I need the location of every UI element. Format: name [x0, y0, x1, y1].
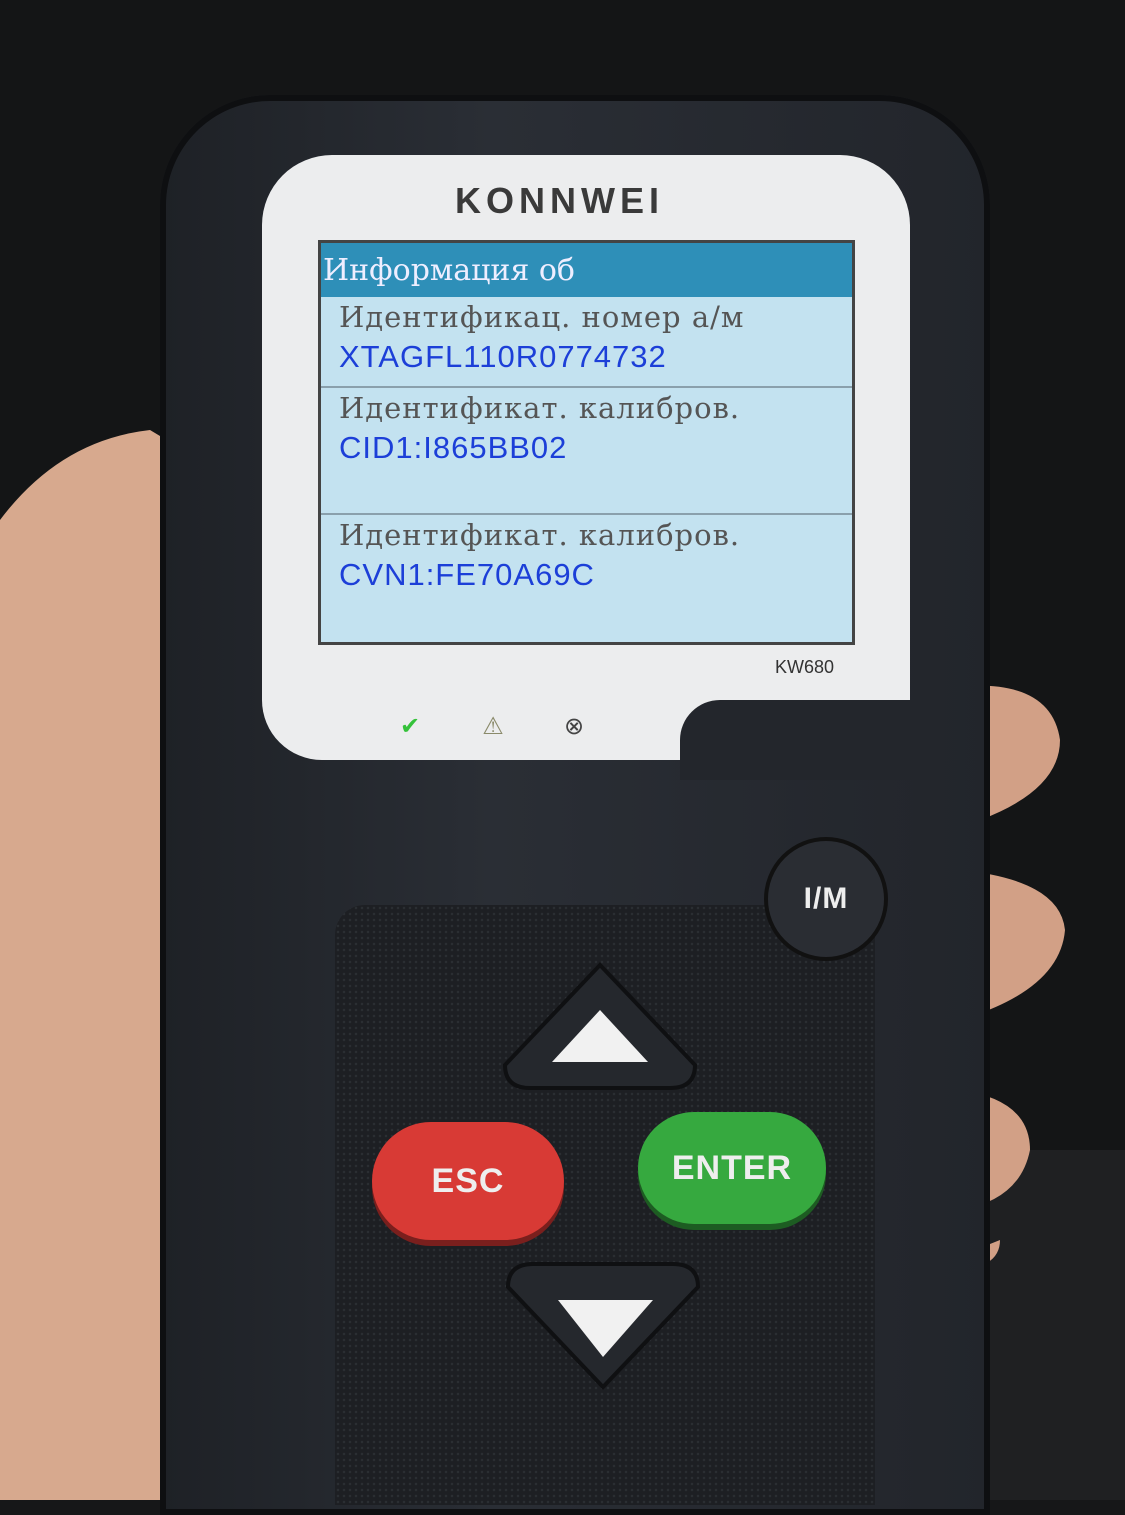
row-label: Идентификат. калибров.: [339, 518, 741, 552]
down-button[interactable]: [503, 1262, 703, 1392]
check-circle-icon: ✔︎: [399, 712, 421, 740]
info-row-vin[interactable]: Идентификац. номер а/м XTAGFL110R0774732: [321, 297, 852, 388]
warning-triangle-icon: ⚠︎: [482, 712, 504, 740]
bezel-notch: [680, 700, 920, 780]
row-value: XTAGFL110R0774732: [339, 339, 667, 374]
esc-button[interactable]: ESC: [372, 1122, 564, 1240]
im-button[interactable]: I/M: [764, 837, 888, 961]
screen-title: Информация об: [321, 243, 852, 297]
brand-logo: KONNWEI: [455, 180, 664, 221]
row-label: Идентификац. номер а/м: [339, 300, 745, 334]
row-value: CID1:I865BB02: [339, 430, 568, 465]
info-row-cid[interactable]: Идентификат. калибров. CID1:I865BB02: [321, 388, 852, 515]
row-value: CVN1:FE70A69C: [339, 557, 595, 592]
up-button[interactable]: [500, 960, 700, 1090]
enter-button[interactable]: ENTER: [638, 1112, 826, 1224]
x-circle-icon: ⊗: [563, 712, 585, 740]
lcd-screen: Информация об Идентификац. номер а/м XTA…: [318, 240, 855, 645]
info-row-cvn[interactable]: Идентификат. калибров. CVN1:FE70A69C: [321, 515, 852, 642]
row-label: Идентификат. калибров.: [339, 391, 741, 425]
model-label: KW680: [775, 657, 835, 677]
